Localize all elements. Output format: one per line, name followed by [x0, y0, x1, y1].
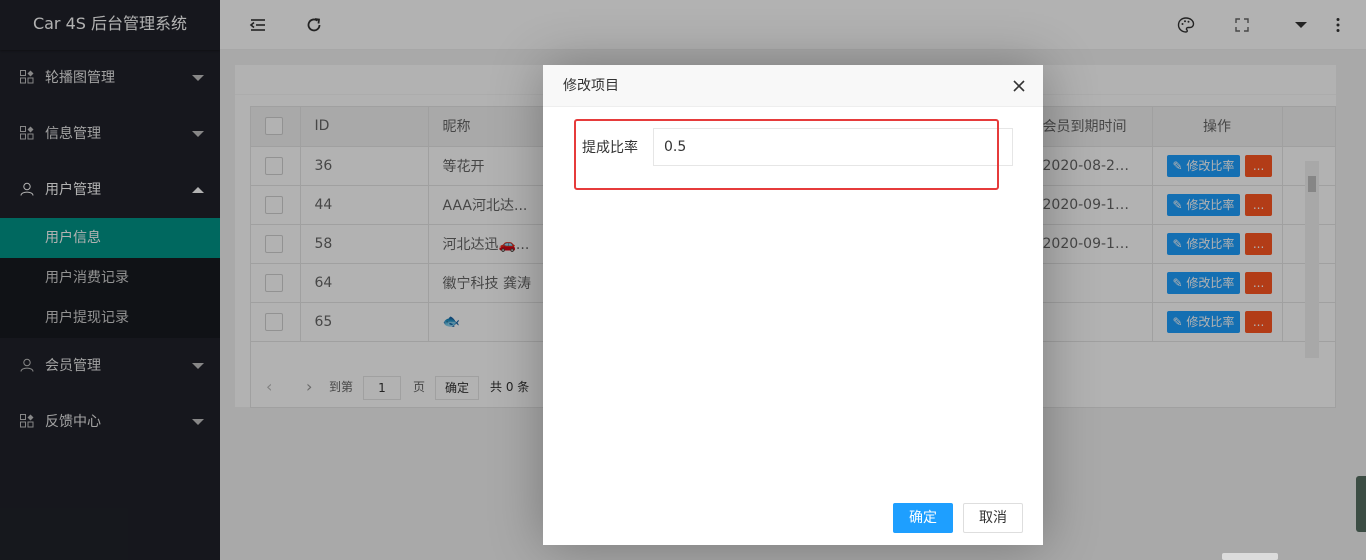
edge-widget[interactable]: [1356, 476, 1366, 532]
dialog-title: 修改项目: [543, 65, 1043, 107]
cancel-button[interactable]: 取消: [963, 503, 1023, 533]
close-icon[interactable]: [1011, 78, 1027, 94]
edit-dialog: 修改项目 提成比率 0.5 确定 取消: [543, 65, 1043, 545]
bottom-tag: [1222, 553, 1278, 560]
highlight-box: [574, 119, 999, 190]
confirm-button[interactable]: 确定: [893, 503, 953, 533]
